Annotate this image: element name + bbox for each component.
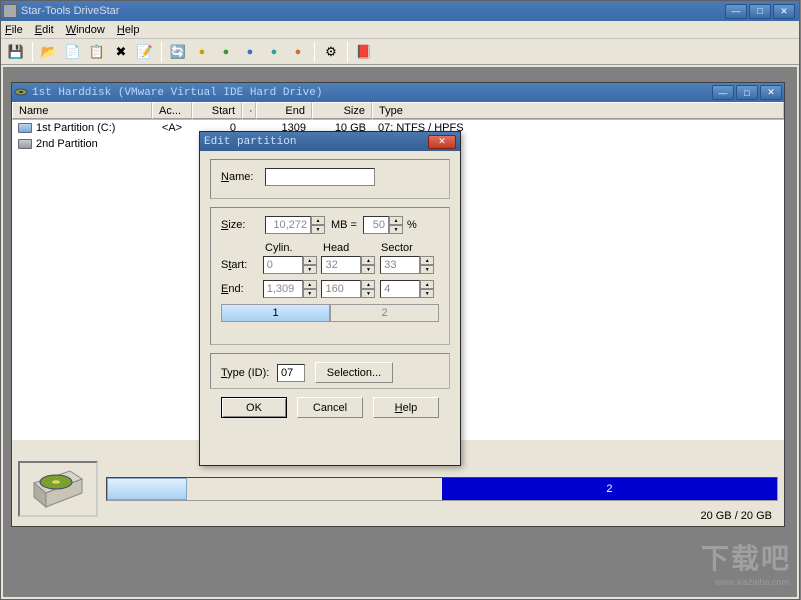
watermark-url: www.xiazaiba.com [715,577,789,587]
col-name[interactable]: Name [12,102,152,119]
start-cylin-spinner[interactable]: ▲▼ [303,256,317,274]
partition-segment-1[interactable] [107,478,187,500]
sector-label: Sector [381,242,439,254]
col-dot[interactable]: · [242,102,256,119]
start-label: Start: [221,259,263,271]
partition-icon [18,123,32,133]
disk-yellow-icon[interactable]: ● [191,42,213,62]
minimize-button[interactable]: — [725,4,747,19]
name-input[interactable] [265,168,375,186]
percent-symbol: % [407,219,417,231]
disk-green-icon[interactable]: ● [215,42,237,62]
watermark: 下载吧 [701,537,791,577]
toolbar: 💾 📂 📄 📋 ✖ 📝 🔄 ● ● ● ● ● ⚙ 📕 [1,39,799,65]
disk-blue-icon[interactable]: ● [239,42,261,62]
start-cylin-input[interactable] [263,256,303,274]
edit-partition-dialog: Edit partition ✕ Name: Size: ▲▼ MB = ▲▼ … [199,131,461,466]
col-start[interactable]: Start [192,102,242,119]
size-label: Size: [221,219,265,231]
partition-tab-1[interactable]: 1 [221,304,330,322]
type-input[interactable] [277,364,305,382]
paste-icon[interactable]: 📋 [86,42,108,62]
disk-orange-icon[interactable]: ● [287,42,309,62]
size-input[interactable] [265,216,311,234]
type-label: Type (ID): [221,367,277,379]
col-type[interactable]: Type [372,102,784,119]
ok-button[interactable]: OK [221,397,287,418]
end-label: End: [221,283,263,295]
menu-file[interactable]: File [5,24,23,36]
menu-help[interactable]: Help [117,24,140,36]
end-sector-spinner[interactable]: ▲▼ [420,280,434,298]
col-end[interactable]: End [256,102,312,119]
end-cylin-spinner[interactable]: ▲▼ [303,280,317,298]
child-maximize-button[interactable]: □ [736,85,758,100]
disk-teal-icon[interactable]: ● [263,42,285,62]
maximize-button[interactable]: □ [749,4,771,19]
help-button[interactable]: Help [373,397,439,418]
end-head-spinner[interactable]: ▲▼ [361,280,375,298]
app-icon [3,4,17,18]
cylin-label: Cylin. [265,242,323,254]
name-label: Name: [221,171,265,183]
head-label: Head [323,242,381,254]
partition-tab-2[interactable]: 2 [330,304,439,322]
percent-spinner[interactable]: ▲▼ [389,216,403,234]
main-titlebar: Star-Tools DriveStar — □ ✕ [1,1,799,21]
selection-button[interactable]: Selection... [315,362,393,383]
dialog-title: Edit partition [204,136,428,148]
cancel-button[interactable]: Cancel [297,397,363,418]
dialog-titlebar[interactable]: Edit partition ✕ [200,132,460,151]
dialog-close-button[interactable]: ✕ [428,135,456,149]
delete-icon[interactable]: ✖ [110,42,132,62]
floppy-icon[interactable]: 💾 [5,42,27,62]
open-icon[interactable]: 📂 [38,42,60,62]
disk-size-label: 20 GB / 20 GB [700,510,772,522]
close-button[interactable]: ✕ [773,4,795,19]
help-icon[interactable]: 📕 [353,42,375,62]
child-close-button[interactable]: ✕ [760,85,782,100]
bottom-panel: 2 [18,458,778,520]
end-head-input[interactable] [321,280,361,298]
child-title: 1st Harddisk (VMware Virtual IDE Hard Dr… [32,87,712,99]
end-cylin-input[interactable] [263,280,303,298]
copy-icon[interactable]: 📄 [62,42,84,62]
partition-bar[interactable]: 2 [106,477,778,501]
child-minimize-button[interactable]: — [712,85,734,100]
size-spinner[interactable]: ▲▼ [311,216,325,234]
type-group: Type (ID): Selection... [210,353,450,389]
app-title: Star-Tools DriveStar [21,5,725,17]
start-sector-input[interactable] [380,256,420,274]
col-active[interactable]: Ac... [152,102,192,119]
menu-window[interactable]: Window [66,24,105,36]
col-size[interactable]: Size [312,102,372,119]
partition-segment-2[interactable]: 2 [442,478,777,500]
partition-icon [18,139,32,149]
geometry-group: Size: ▲▼ MB = ▲▼ % Cylin. Head Sector St… [210,207,450,345]
mb-equals-label: MB = [331,219,357,231]
refresh-icon[interactable]: 🔄 [167,42,189,62]
properties-icon[interactable]: 📝 [134,42,156,62]
child-titlebar: 1st Harddisk (VMware Virtual IDE Hard Dr… [12,83,784,102]
harddisk-icon [14,86,28,100]
partition-list-header: Name Ac... Start · End Size Type [12,102,784,120]
start-head-input[interactable] [321,256,361,274]
harddisk-image [18,461,98,517]
main-window: Star-Tools DriveStar — □ ✕ File Edit Win… [0,0,800,600]
percent-input[interactable] [363,216,389,234]
name-group: Name: [210,159,450,199]
start-sector-spinner[interactable]: ▲▼ [420,256,434,274]
menubar: File Edit Window Help [1,21,799,39]
start-head-spinner[interactable]: ▲▼ [361,256,375,274]
end-sector-input[interactable] [380,280,420,298]
menu-edit[interactable]: Edit [35,24,54,36]
options-icon[interactable]: ⚙ [320,42,342,62]
